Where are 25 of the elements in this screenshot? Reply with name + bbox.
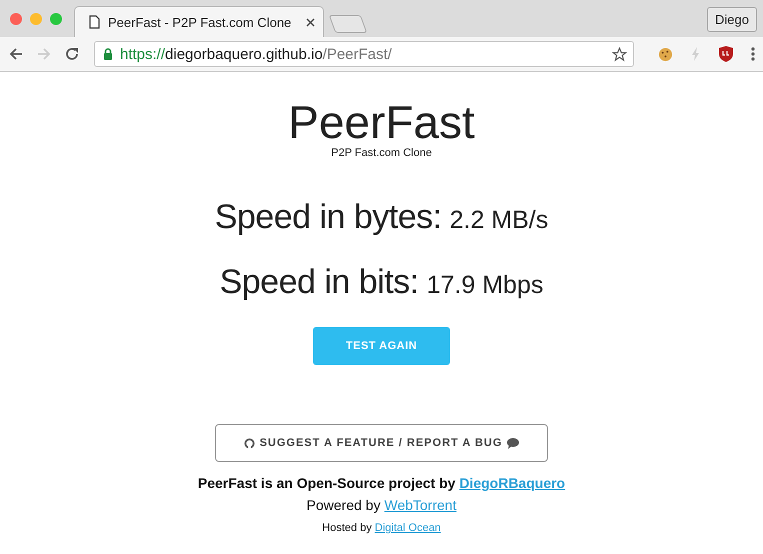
- profile-button[interactable]: Diego: [707, 7, 757, 32]
- speech-bubble-icon: [507, 438, 520, 448]
- credit-text: Hosted by Digital Ocean: [322, 521, 441, 536]
- shield-icon[interactable]: [719, 46, 733, 62]
- tab-title: PeerFast - P2P Fast.com Clone: [108, 14, 292, 30]
- document-icon: [89, 15, 100, 29]
- credit-text: Powered by WebTorrent: [306, 496, 456, 515]
- speed-label: Speed in bytes:: [214, 197, 442, 237]
- app-title: PeerFast: [288, 97, 475, 147]
- github-icon: [244, 438, 255, 448]
- speed-label: Speed in bits:: [220, 262, 419, 302]
- star-icon[interactable]: [612, 46, 627, 62]
- app-subtitle: P2P Fast.com Clone: [331, 147, 432, 159]
- close-tab-icon[interactable]: [306, 18, 315, 26]
- cookie-icon[interactable]: [658, 46, 673, 62]
- address-bar[interactable]: https://diegorbaquero.github.io/PeerFast/: [94, 41, 634, 67]
- menu-icon[interactable]: [751, 47, 755, 61]
- credit-text: PeerFast is an Open-Source project by DiegoRBaquero: [198, 474, 566, 493]
- speed-value: 2.2 MB/s: [450, 205, 548, 236]
- browser-tab[interactable]: PeerFast - P2P Fast.com Clone: [74, 6, 324, 37]
- back-icon[interactable]: [8, 46, 24, 62]
- speed-value: 17.9 Mbps: [426, 270, 544, 301]
- feedback-button[interactable]: SUGGEST A FEATURE / REPORT A BUG: [215, 424, 548, 462]
- reload-icon[interactable]: [64, 46, 80, 62]
- url-text: https://diegorbaquero.github.io/PeerFast/: [120, 46, 392, 62]
